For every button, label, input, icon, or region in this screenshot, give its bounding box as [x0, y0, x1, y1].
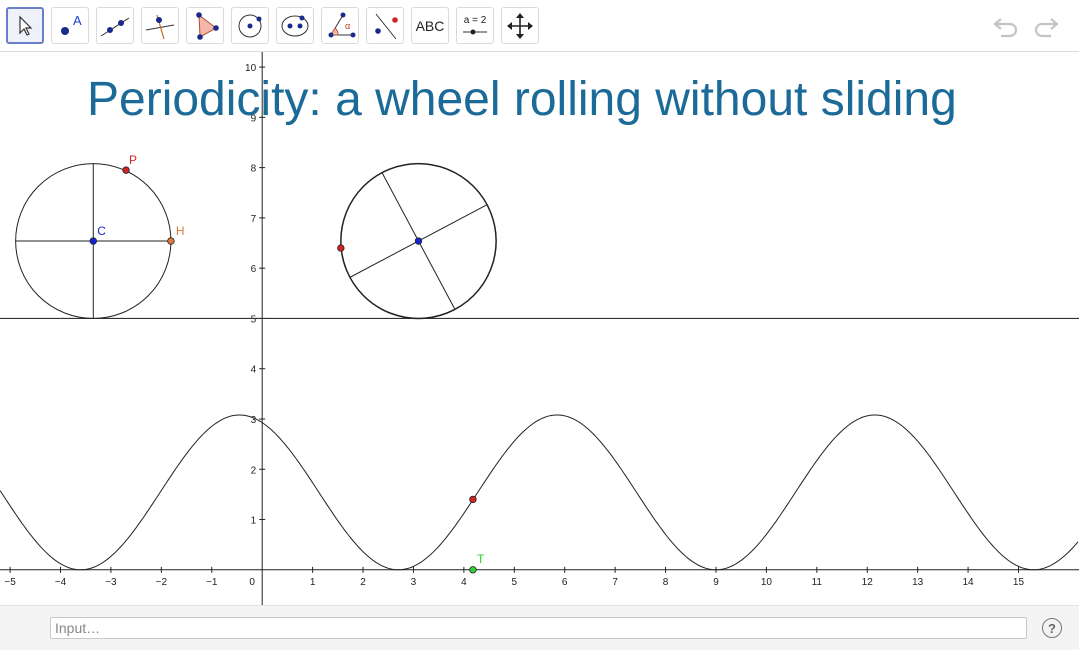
x-tick-label: −4: [55, 577, 67, 588]
rolling-wheel-point[interactable]: [337, 244, 345, 252]
x-tick-label: 14: [963, 577, 975, 588]
move-graphics-view-tool-button[interactable]: [501, 7, 539, 44]
polygon-tool-button[interactable]: [186, 7, 224, 44]
x-tick-label: −3: [105, 577, 117, 588]
slider-tool-button[interactable]: a = 2: [456, 7, 494, 44]
move-tool-button[interactable]: [6, 7, 44, 44]
y-tick-label: 1: [251, 516, 257, 527]
input-field[interactable]: [50, 617, 1027, 639]
help-icon[interactable]: ?: [1042, 618, 1062, 638]
point-p-label: P: [129, 153, 137, 167]
point-t[interactable]: [469, 566, 477, 574]
x-tick-label: 7: [612, 577, 618, 588]
toolbar: A α ABC a = 2: [0, 0, 1079, 52]
perpendicular-line-icon: [145, 14, 175, 39]
reflect-icon: [375, 13, 398, 39]
y-tick-label: 5: [251, 314, 257, 325]
graphics-view[interactable]: −5 −4 −3 −2 −1 0 1 2 3 4 5 6 7 8 9 10 11 12 13 14 15 1 2 3 4 5 6 7 8…: [0, 52, 1079, 605]
x-tick-label: 8: [663, 577, 669, 588]
trajectory-curve: [0, 414, 1079, 571]
x-tick-label: 0: [249, 577, 255, 588]
x-tick-label: 1: [310, 577, 316, 588]
point-icon: A: [61, 13, 82, 35]
line-tool-button[interactable]: [96, 7, 134, 44]
x-tick-label: 4: [461, 577, 467, 588]
x-tick-label: 9: [713, 577, 719, 588]
ellipse-icon: [281, 15, 309, 36]
slider-tool-label: a = 2: [464, 15, 487, 26]
page-title: Periodicity: a wheel rolling without sli…: [87, 73, 957, 126]
move-arrows-icon: [507, 12, 533, 39]
cursor-arrow-icon: [19, 15, 33, 36]
y-tick-label: 2: [251, 465, 257, 476]
y-tick-label: 6: [251, 264, 257, 275]
circle-center-icon: [238, 14, 262, 37]
point-tool-label: A: [73, 13, 82, 28]
x-tick-label: 3: [411, 577, 417, 588]
rolling-wheel-center-point[interactable]: [414, 237, 423, 245]
text-tool-button[interactable]: ABC: [411, 7, 449, 44]
point-c[interactable]: [89, 237, 97, 245]
angle-tool-button[interactable]: α: [321, 7, 359, 44]
redo-button[interactable]: [1030, 12, 1060, 40]
angle-tool-label: α: [345, 21, 350, 31]
point-h[interactable]: [167, 237, 175, 245]
undo-icon: [993, 18, 1018, 38]
x-tick-label: 13: [912, 577, 924, 588]
x-tick-label: 2: [360, 577, 366, 588]
x-tick-label: 10: [761, 577, 773, 588]
x-tick-label: 6: [562, 577, 568, 588]
undo-button[interactable]: [992, 12, 1022, 40]
x-tick-label: −2: [156, 577, 168, 588]
x-tick-label: 11: [812, 577, 823, 588]
conic-tool-button[interactable]: [276, 7, 314, 44]
text-tool-label: ABC: [415, 17, 445, 34]
point-c-label: C: [97, 224, 106, 238]
point-h-label: H: [176, 224, 185, 238]
x-tick-label: 5: [512, 577, 518, 588]
y-tick-label: 7: [251, 214, 257, 225]
point-tool-button[interactable]: A: [51, 7, 89, 44]
input-bar: ?: [0, 605, 1079, 650]
curve-point[interactable]: [469, 495, 477, 504]
perpendicular-line-tool-button[interactable]: [141, 7, 179, 44]
x-tick-label: −1: [206, 577, 218, 588]
polygon-icon: [196, 11, 219, 40]
redo-icon: [1034, 18, 1059, 38]
x-tick-label: 12: [862, 577, 874, 588]
y-tick-label: 8: [251, 164, 257, 175]
y-tick-label: 4: [251, 365, 257, 376]
point-t-label: T: [477, 552, 485, 566]
reflect-tool-button[interactable]: [366, 7, 404, 44]
angle-icon: α: [328, 12, 356, 37]
x-tick-label: 15: [1013, 577, 1025, 588]
x-tick-label: −5: [4, 577, 16, 588]
circle-tool-button[interactable]: [231, 7, 269, 44]
graphics-canvas[interactable]: −5 −4 −3 −2 −1 0 1 2 3 4 5 6 7 8 9 10 11 12 13 14 1512345678…: [0, 52, 1079, 605]
line-icon: [100, 17, 130, 36]
slider-icon: a = 2: [463, 15, 487, 34]
point-p[interactable]: [122, 166, 130, 174]
